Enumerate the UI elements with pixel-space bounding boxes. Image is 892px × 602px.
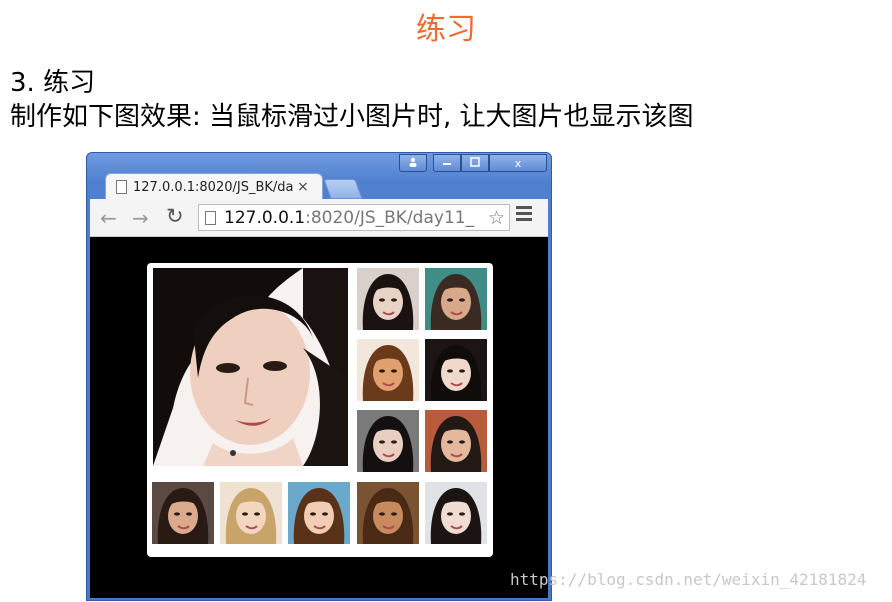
url-text: 127.0.0.1:8020/JS_BK/day11_ <box>224 208 479 228</box>
back-arrow-icon[interactable]: ← <box>100 206 117 230</box>
bookmark-star-icon[interactable]: ☆ <box>488 207 505 229</box>
url-host: 127.0.0.1 <box>224 207 306 228</box>
thumbnail-image[interactable] <box>425 268 487 330</box>
thumbnail-image[interactable] <box>357 482 419 544</box>
browser-window: x 127.0.0.1:8020/JS_BK/da × ← → ↻ 127.0.… <box>86 152 552 601</box>
thumbnail-image[interactable] <box>425 482 487 544</box>
slide-title: 练习 <box>416 12 476 47</box>
close-icon: x <box>514 156 522 170</box>
watermark: https://blog.csdn.net/weixin_42181824 <box>510 570 867 589</box>
maximize-button[interactable] <box>461 154 489 172</box>
maximize-icon <box>470 156 480 170</box>
reload-icon[interactable]: ↻ <box>166 204 184 228</box>
address-bar[interactable]: 127.0.0.1:8020/JS_BK/day11_ ☆ <box>198 204 510 231</box>
thumbnail-image[interactable] <box>288 482 350 544</box>
url-path: :8020/JS_BK/day11_ <box>305 207 475 228</box>
minimize-button[interactable] <box>433 154 461 172</box>
tab-title: 127.0.0.1:8020/JS_BK/da <box>133 179 293 195</box>
thumbnail-image[interactable] <box>425 410 487 472</box>
page-viewport <box>90 237 548 598</box>
page-icon <box>205 210 216 225</box>
page-icon <box>116 180 127 194</box>
forward-arrow-icon[interactable]: → <box>132 206 149 230</box>
browser-tab[interactable]: 127.0.0.1:8020/JS_BK/da × <box>105 173 323 200</box>
thumbnail-image[interactable] <box>357 410 419 472</box>
thumbnail-image[interactable] <box>357 339 419 401</box>
browser-toolbar: ← → ↻ 127.0.0.1:8020/JS_BK/day11_ ☆ <box>90 199 548 237</box>
thumbnail-image[interactable] <box>425 339 487 401</box>
image-gallery <box>147 263 493 557</box>
tab-close-icon[interactable]: × <box>297 179 309 195</box>
user-icon <box>408 157 418 170</box>
thumbnail-image[interactable] <box>220 482 282 544</box>
close-window-button[interactable]: x <box>489 154 547 172</box>
minimize-icon <box>442 157 452 170</box>
thumbnail-image[interactable] <box>357 268 419 330</box>
thumbnail-image[interactable] <box>152 482 214 544</box>
new-tab-button[interactable] <box>323 179 363 199</box>
exercise-description: 制作如下图效果: 当鼠标滑过小图片时, 让大图片也显示该图 <box>10 102 694 132</box>
menu-icon[interactable] <box>516 206 532 224</box>
main-image <box>153 268 348 466</box>
window-controls: x <box>397 154 547 172</box>
section-heading: 3. 练习 <box>10 68 96 98</box>
profile-button[interactable] <box>399 154 427 172</box>
